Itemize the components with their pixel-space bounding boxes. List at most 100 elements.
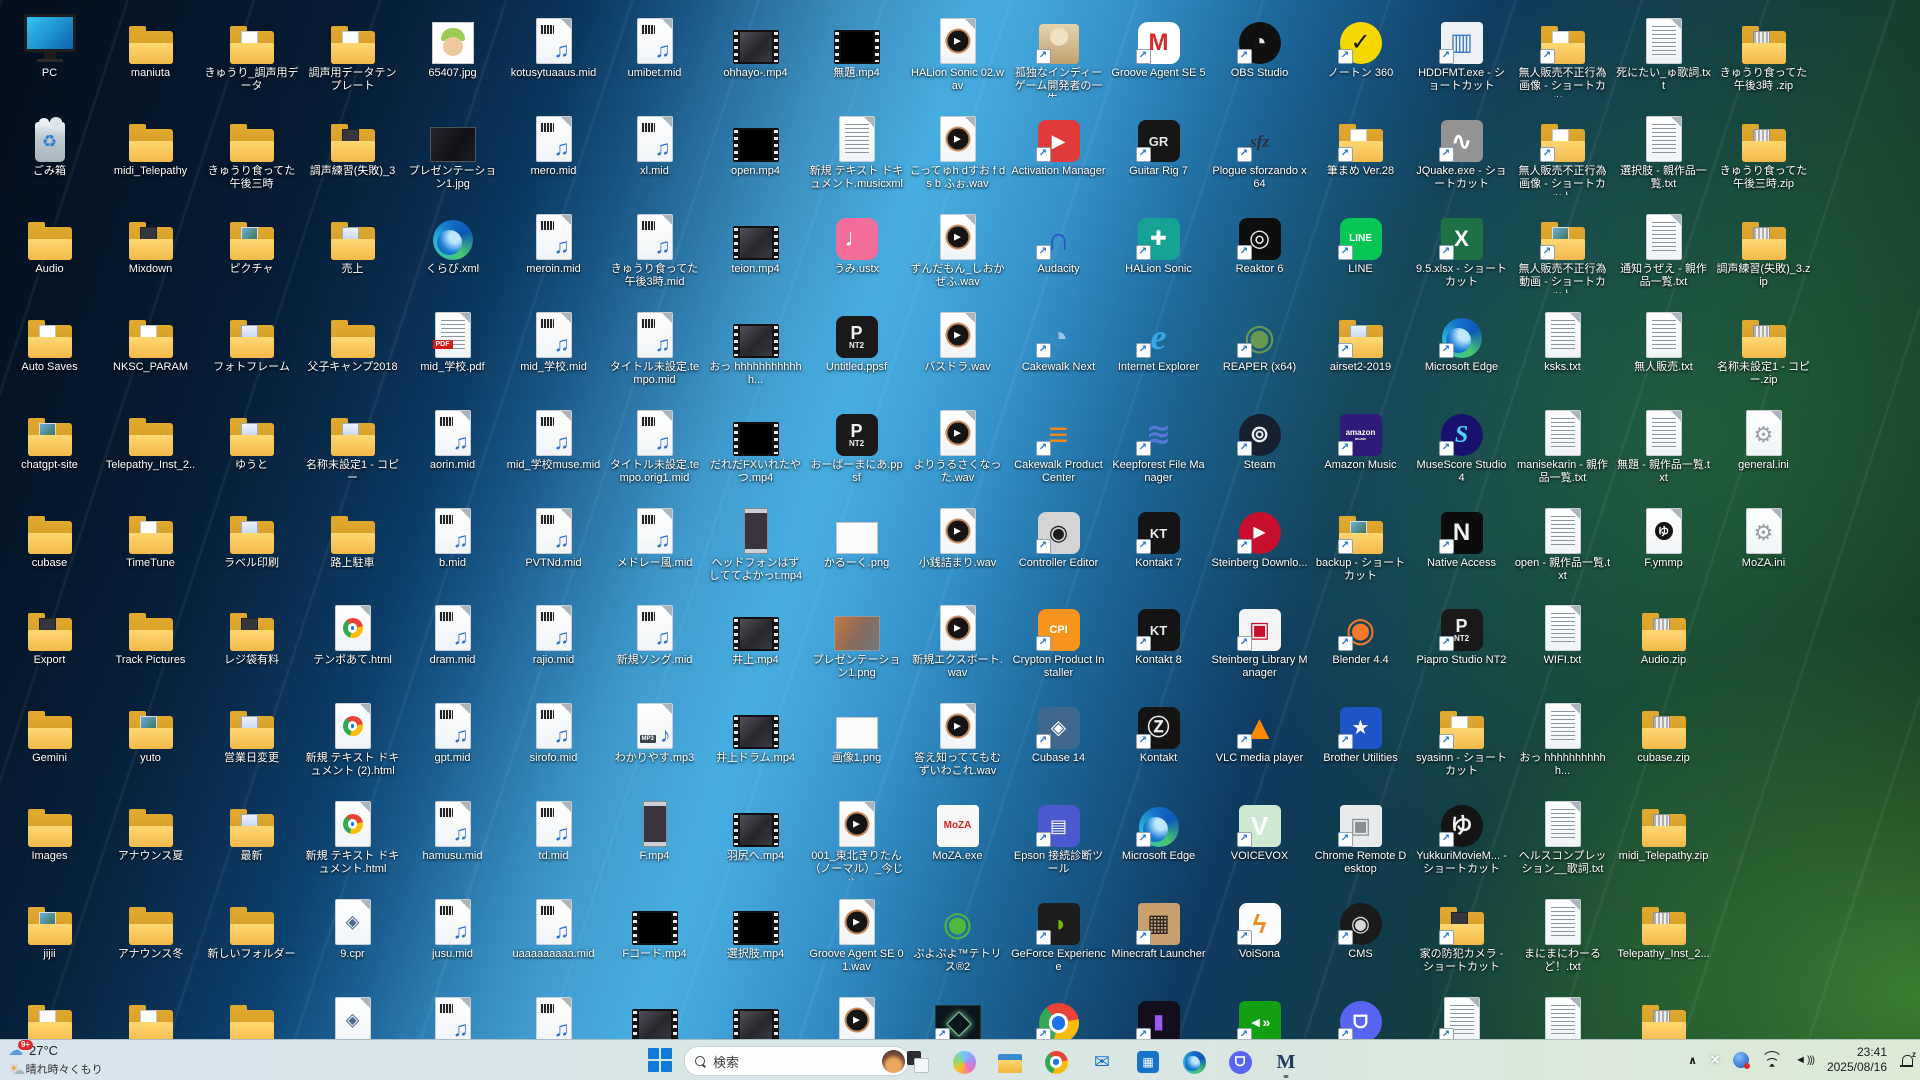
desktop-icon[interactable]: 通知うぜえ - 親作品一覧.txt	[1615, 208, 1712, 289]
desktop-icon[interactable]: ◔↗Cakewalk Next	[1010, 306, 1107, 374]
desktop-icon[interactable]: おっ hhhhhhhhhhhh...	[707, 306, 804, 387]
desktop-icon[interactable]: LINE↗LINE	[1312, 208, 1409, 276]
desktop-icon[interactable]: Images	[1, 795, 98, 863]
desktop-icon[interactable]: ▶ずんだもん_しおかぜふ.wav	[909, 208, 1006, 289]
desktop-icon[interactable]: Telepathy_Inst_2...	[1615, 893, 1712, 961]
desktop-icon[interactable]: CPI↗Crypton Product Installer	[1010, 599, 1107, 680]
tray-chevron-up-icon[interactable]: ∧	[1688, 1054, 1697, 1067]
desktop-icon[interactable]: PNT2↗Piapro Studio NT2	[1413, 599, 1510, 667]
desktop-icon[interactable]: 井上.mp4	[707, 599, 804, 667]
desktop-icon[interactable]: ♫jusu.mid	[404, 893, 501, 961]
desktop-icon[interactable]: ♫PVTNd.mid	[505, 502, 602, 570]
desktop-icon[interactable]: ♫mid_学校.mid	[505, 306, 602, 374]
desktop-icon[interactable]	[1514, 991, 1611, 1043]
desktop-icon[interactable]: 名称未設定1 - コピー.zip	[1715, 306, 1812, 387]
taskbar-app-discord-icon[interactable]: ᗜ	[1227, 1047, 1253, 1077]
taskbar-app-squares-icon[interactable]	[905, 1047, 931, 1077]
taskbar-app-m-icon[interactable]: M	[1273, 1047, 1299, 1077]
desktop-icon[interactable]: ↗無人販売不正行為画像 - ショートカット	[1514, 110, 1611, 195]
desktop-icon[interactable]: ◑↗GeForce Experience	[1010, 893, 1107, 974]
desktop-icon[interactable]: jijii	[1, 893, 98, 961]
taskbar-app-mail-icon[interactable]: ✉	[1089, 1047, 1115, 1077]
desktop-icon[interactable]: manisekarin - 親作品一覧.txt	[1514, 404, 1611, 485]
desktop-icon[interactable]: e↗Internet Explorer	[1110, 306, 1207, 374]
desktop-icon[interactable]: アナウンス夏	[102, 795, 199, 863]
desktop-icon[interactable]: 名称未設定1 - コピー	[304, 404, 401, 485]
start-button[interactable]	[648, 1048, 672, 1072]
desktop-icon[interactable]: 死にたい_ゅ歌詞.txt	[1615, 12, 1712, 93]
desktop-icon[interactable]	[606, 991, 703, 1043]
desktop-icon[interactable]: ▶HALion Sonic 02.wav	[909, 12, 1006, 93]
desktop-icon[interactable]: だれだFXいれたやつ.mp4	[707, 404, 804, 485]
desktop-icon[interactable]: Audio.zip	[1615, 599, 1712, 667]
desktop-icon[interactable]: Gemini	[1, 697, 98, 765]
desktop-icon[interactable]: くらび.xml	[404, 208, 501, 276]
desktop-icon[interactable]: ϟ↗VoiSona	[1211, 893, 1308, 961]
desktop-icon[interactable]: open.mp4	[707, 110, 804, 178]
desktop-icon[interactable]: 選択肢.mp4	[707, 893, 804, 961]
desktop-icon[interactable]: ↗無人販売不正行為画像 - ショートカッ...	[1514, 12, 1611, 97]
desktop-icon[interactable]: ≋↗Keepforest File Manager	[1110, 404, 1207, 485]
desktop-icon[interactable]: NKSC_PARAM	[102, 306, 199, 374]
search-box[interactable]: 検索	[684, 1046, 909, 1076]
desktop-icon[interactable]: maniuta	[102, 12, 199, 80]
desktop-icon[interactable]: ♫gpt.mid	[404, 697, 501, 765]
desktop-icon[interactable]: 調声用データテンプレート	[304, 12, 401, 93]
taskbar-app-store-icon[interactable]: ▦	[1135, 1047, 1161, 1077]
desktop-icon[interactable]: きゅうり_調声用データ	[203, 12, 300, 93]
wifi-icon[interactable]	[1762, 1052, 1782, 1068]
desktop-icon[interactable]: ピクチャ	[203, 208, 300, 276]
desktop-icon[interactable]: まにまにわーるど！.txt	[1514, 893, 1611, 974]
desktop-icon[interactable]: 井上ドラム.mp4	[707, 697, 804, 765]
desktop-icon[interactable]: フォトフレーム	[203, 306, 300, 374]
desktop-icon[interactable]: ♫メドレー風.mid	[606, 502, 703, 570]
desktop-icon[interactable]: ♫mero.mid	[505, 110, 602, 178]
desktop-icon[interactable]: ∩↗Audacity	[1010, 208, 1107, 276]
desktop-icon[interactable]: ◉↗Controller Editor	[1010, 502, 1107, 570]
desktop-icon[interactable]: ohhayo-.mp4	[707, 12, 804, 80]
volume-icon[interactable]: ◄)))	[1795, 1054, 1814, 1066]
desktop-icon[interactable]: 65407.jpg	[404, 12, 501, 80]
desktop-icon[interactable]: cubase.zip	[1615, 697, 1712, 765]
desktop-icon[interactable]: ◉↗CMS	[1312, 893, 1409, 961]
desktop-icon[interactable]: ♫xl.mid	[606, 110, 703, 178]
desktop-icon[interactable]: 新規 テキスト ドキュメント.musicxml	[808, 110, 905, 191]
desktop-icon[interactable]	[1615, 991, 1712, 1043]
desktop-icon[interactable]: ♫td.mid	[505, 795, 602, 863]
desktop-icon[interactable]: ♫b.mid	[404, 502, 501, 570]
desktop-icon[interactable]: ↗airset2-2019	[1312, 306, 1409, 374]
desktop-icon[interactable]: ラベル印刷	[203, 502, 300, 570]
desktop-icon[interactable]: WIFI.txt	[1514, 599, 1611, 667]
desktop-icon[interactable]: ♫uaaaaaaaaa.mid	[505, 893, 602, 961]
desktop-icon[interactable]: 調声練習(失敗)_3.zip	[1715, 208, 1812, 289]
desktop-icon[interactable]: ♫きゅうり食ってた午後3時.mid	[606, 208, 703, 289]
desktop-icon[interactable]: ↗	[1010, 991, 1107, 1043]
desktop-icon[interactable]: きゅうり食ってた午後三時	[203, 110, 300, 191]
desktop-icon[interactable]: PDFmid_学校.pdf	[404, 306, 501, 374]
desktop-icon[interactable]: Fコード.mp4	[606, 893, 703, 961]
desktop-icon[interactable]: yuto	[102, 697, 199, 765]
desktop-icon[interactable]: ◈9.cpr	[304, 893, 401, 961]
desktop-icon[interactable]: open - 親作品一覧.txt	[1514, 502, 1611, 583]
desktop-icon[interactable]: ♫	[404, 991, 501, 1043]
desktop-icon[interactable]: ⚙MoZA.ini	[1715, 502, 1812, 570]
desktop-icon[interactable]: ♫kotusytuaaus.mid	[505, 12, 602, 80]
desktop-icon[interactable]: ▲↗VLC media player	[1211, 697, 1308, 765]
desktop-icon[interactable]: レジ袋有料	[203, 599, 300, 667]
taskbar-app-chrome-icon[interactable]	[1043, 1047, 1069, 1077]
desktop-icon[interactable]: プレゼンテーション1.jpg	[404, 110, 501, 191]
desktop-icon[interactable]: ♻ごみ箱	[1, 110, 98, 178]
desktop-icon[interactable]: F.mp4	[606, 795, 703, 863]
desktop-icon[interactable]: ゆうと	[203, 404, 300, 472]
desktop-icon[interactable]: ◄»↗	[1211, 991, 1308, 1043]
desktop-icon[interactable]: chatgpt-site	[1, 404, 98, 472]
desktop-icon[interactable]: テンポあて.html	[304, 599, 401, 667]
desktop-icon[interactable]: Auto Saves	[1, 306, 98, 374]
desktop-icon[interactable]: ◈↗Cubase 14	[1010, 697, 1107, 765]
desktop-icon[interactable]: ♫	[505, 991, 602, 1043]
desktop-icon[interactable]: ◉ぷよぷよ™テトリス®2	[909, 893, 1006, 974]
desktop-icon[interactable]: ◎↗Reaktor 6	[1211, 208, 1308, 276]
desktop-icon[interactable]	[707, 991, 804, 1043]
desktop-icon[interactable]: MoZAMoZA.exe	[909, 795, 1006, 863]
desktop-icon[interactable]	[203, 991, 300, 1043]
